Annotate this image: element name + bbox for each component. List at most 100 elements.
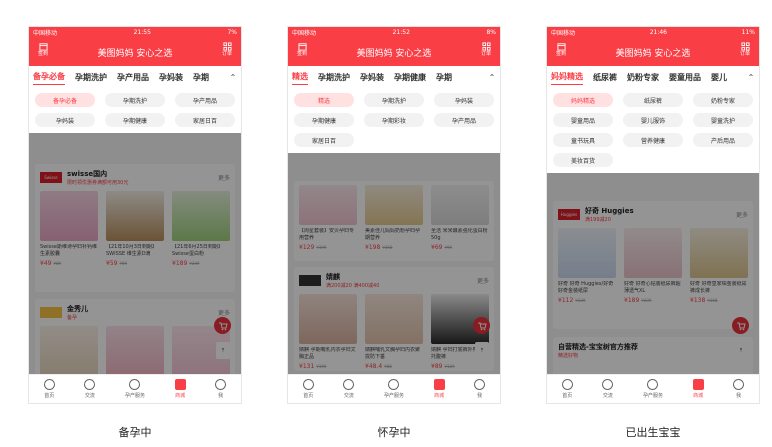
chat-icon (84, 379, 96, 390)
status-bar: 中国移动 21:46 11% (547, 27, 759, 38)
nav-home[interactable]: 首页 (43, 379, 55, 399)
category-chip[interactable]: 孕期洗护 (105, 93, 165, 107)
tab-item[interactable]: 纸尿裤 (593, 72, 617, 83)
carrier-label: 中国移动 (33, 30, 58, 37)
chevron-up-icon[interactable]: ⌃ (225, 66, 241, 89)
shop-icon (692, 379, 704, 390)
chevron-up-icon[interactable]: ⌃ (743, 66, 759, 89)
battery-label: 11% (741, 29, 755, 36)
battery-label: 7% (227, 29, 237, 36)
page-title: 美图妈妈 安心之选 (97, 48, 173, 59)
category-chip[interactable]: 奶粉专家 (693, 93, 753, 107)
orders-button[interactable]: 订单 (736, 42, 754, 57)
grid-icon (481, 42, 491, 51)
nav-community[interactable]: 交流 (602, 379, 614, 399)
category-chip[interactable]: 孕妈装 (434, 93, 494, 107)
category-chip[interactable]: 童书玩具 (553, 133, 613, 147)
bottom-nav: 首页 交流 孕产服务 商城 我 (288, 374, 500, 403)
category-chip[interactable]: 产后用品 (693, 133, 753, 147)
category-chip[interactable]: 孕产用品 (434, 113, 494, 127)
checkin-button[interactable]: 签到 (293, 42, 311, 57)
carrier-label: 中国移动 (551, 30, 576, 37)
service-icon (388, 379, 400, 390)
service-icon (129, 379, 141, 390)
nav-me[interactable]: 我 (474, 379, 486, 399)
app-header: 签到 美图妈妈 安心之选 订单 (547, 38, 759, 66)
category-chip[interactable]: 备孕必备 (35, 93, 95, 107)
category-chip[interactable]: 孕期洗护 (364, 93, 424, 107)
nav-me[interactable]: 我 (215, 379, 227, 399)
phone-screen-1: 中国移动 21:55 7% 签到 美图妈妈 安心之选 订单 备孕必备 孕期洗护 … (29, 27, 241, 403)
tab-item[interactable]: 孕期健康 (394, 72, 426, 83)
profile-icon (733, 379, 745, 390)
nav-home[interactable]: 首页 (302, 379, 314, 399)
category-chip[interactable]: 精选 (294, 93, 354, 107)
profile-icon (474, 379, 486, 390)
page-title: 美图妈妈 安心之选 (356, 48, 432, 59)
bottom-nav: 首页 交流 孕产服务 商城 我 (29, 374, 241, 403)
caption: 备孕中 (118, 426, 152, 439)
status-bar: 中国移动 21:55 7% (29, 27, 241, 38)
tab-item[interactable]: 备孕必备 (33, 71, 65, 85)
shop-icon (174, 379, 186, 390)
shop-icon (433, 379, 445, 390)
nav-service[interactable]: 孕产服务 (384, 379, 404, 399)
category-chip[interactable]: 家居日百 (294, 133, 354, 147)
chevron-up-icon[interactable]: ⌃ (484, 66, 500, 89)
nav-home[interactable]: 首页 (561, 379, 573, 399)
tab-item[interactable]: 孕妈装 (360, 72, 384, 83)
tab-item[interactable]: 精选 (292, 71, 308, 85)
tab-item[interactable]: 婴童用品 (669, 72, 701, 83)
category-chip[interactable]: 孕妈装 (35, 113, 95, 127)
category-chip[interactable]: 美妆百货 (553, 153, 613, 167)
caption: 已出生宝宝 (625, 426, 681, 439)
category-chip[interactable]: 婴儿服饰 (623, 113, 683, 127)
status-time: 21:52 (392, 29, 410, 36)
category-chip[interactable]: 家居日百 (175, 113, 235, 127)
category-chip[interactable]: 孕期健康 (294, 113, 354, 127)
phone-screen-2: 中国移动 21:52 8% 签到 美图妈妈 安心之选 订单 精选 孕期洗护 孕妈… (288, 27, 500, 403)
category-chip[interactable]: 孕期健康 (105, 113, 165, 127)
carrier-label: 中国移动 (292, 30, 317, 37)
calendar-icon (297, 43, 307, 51)
category-panel: 精选 孕期洗护 孕妈装 孕期健康 孕期彩妆 孕产用品 家居日百 (288, 89, 500, 153)
status-bar: 中国移动 21:52 8% (288, 27, 500, 38)
checkin-button[interactable]: 签到 (34, 42, 52, 57)
category-chip[interactable]: 孕产用品 (175, 93, 235, 107)
category-chip[interactable]: 婴童用品 (553, 113, 613, 127)
category-tabs: 妈妈精选 纸尿裤 奶粉专家 婴童用品 婴儿 ⌃ (547, 66, 759, 89)
nav-mall[interactable]: 商城 (692, 379, 704, 399)
nav-community[interactable]: 交流 (343, 379, 355, 399)
nav-me[interactable]: 我 (733, 379, 745, 399)
orders-button[interactable]: 订单 (218, 42, 236, 57)
tab-item[interactable]: 妈妈精选 (551, 71, 583, 85)
tab-item[interactable]: 孕产用品 (117, 72, 149, 83)
tab-item[interactable]: 孕期 (193, 72, 209, 83)
category-chip[interactable]: 妈妈精选 (553, 93, 613, 107)
category-chip[interactable]: 纸尿裤 (623, 93, 683, 107)
chat-icon (343, 379, 355, 390)
tab-item[interactable]: 孕期洗护 (75, 72, 107, 83)
category-panel: 妈妈精选 纸尿裤 奶粉专家 婴童用品 婴儿服饰 婴童洗护 童书玩具 营养健康 产… (547, 89, 759, 173)
category-chip[interactable]: 营养健康 (623, 133, 683, 147)
nav-community[interactable]: 交流 (84, 379, 96, 399)
home-icon (561, 379, 573, 390)
category-chip[interactable]: 婴童洗护 (693, 113, 753, 127)
app-header: 签到 美图妈妈 安心之选 订单 (29, 38, 241, 66)
battery-label: 8% (486, 29, 496, 36)
orders-button[interactable]: 订单 (477, 42, 495, 57)
tab-item[interactable]: 奶粉专家 (627, 72, 659, 83)
category-tabs: 备孕必备 孕期洗护 孕产用品 孕妈装 孕期 ⌃ (29, 66, 241, 89)
tab-item[interactable]: 婴儿 (711, 72, 727, 83)
tab-item[interactable]: 孕妈装 (159, 72, 183, 83)
category-chip[interactable]: 孕期彩妆 (364, 113, 424, 127)
nav-service[interactable]: 孕产服务 (643, 379, 663, 399)
nav-mall[interactable]: 商城 (433, 379, 445, 399)
home-icon (302, 379, 314, 390)
home-icon (43, 379, 55, 390)
checkin-button[interactable]: 签到 (552, 42, 570, 57)
nav-service[interactable]: 孕产服务 (125, 379, 145, 399)
nav-mall[interactable]: 商城 (174, 379, 186, 399)
tab-item[interactable]: 孕期 (436, 72, 452, 83)
tab-item[interactable]: 孕期洗护 (318, 72, 350, 83)
